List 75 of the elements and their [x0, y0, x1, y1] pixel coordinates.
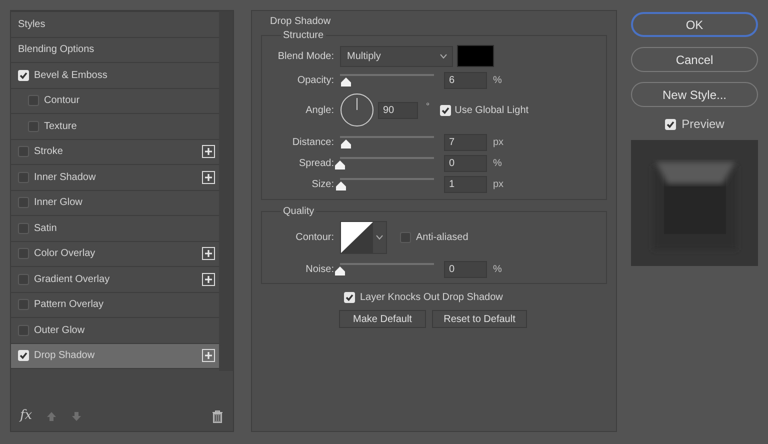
checkbox-label: Use Global Light [454, 104, 529, 118]
panel-header: Styles [18, 18, 46, 32]
checkbox[interactable] [18, 350, 29, 362]
field-label: Size: [310, 178, 334, 192]
unit-label: ° [426, 100, 430, 113]
chevron-down-icon [440, 54, 447, 58]
angle-dial[interactable] [340, 93, 374, 127]
checkbox[interactable] [18, 274, 29, 285]
unit-label: % [493, 74, 502, 88]
section-title: Drop Shadow [270, 15, 332, 28]
slider-thumb[interactable] [340, 76, 352, 86]
checkbox[interactable] [440, 104, 451, 116]
add-icon[interactable] [202, 247, 215, 260]
checkbox[interactable] [18, 222, 29, 234]
field-label: Blend Mode: [276, 50, 334, 64]
style-list-item[interactable]: Inner Glow [11, 190, 219, 216]
unit-label: % [493, 262, 502, 276]
style-list-item[interactable]: Color Overlay [11, 242, 219, 267]
checkbox[interactable] [18, 70, 29, 81]
add-icon[interactable] [202, 145, 215, 158]
field-label: Opacity: [296, 74, 334, 88]
style-list-item[interactable]: Pattern Overlay [11, 292, 219, 318]
group-title: Structure [282, 29, 325, 43]
number-field[interactable]: 6 [444, 72, 487, 88]
checkbox[interactable] [664, 118, 676, 130]
add-icon[interactable] [202, 170, 215, 184]
number-field[interactable]: 0 [444, 155, 487, 172]
checkbox-label: Layer Knocks Out Drop Shadow [360, 291, 503, 305]
number-field[interactable]: 0 [444, 260, 487, 278]
reset-button[interactable]: Reset to Default [432, 310, 527, 328]
add-icon[interactable] [202, 349, 215, 362]
unit-label: % [493, 157, 502, 171]
slider-thumb[interactable] [340, 139, 352, 149]
checkbox[interactable] [28, 95, 39, 106]
number-field[interactable]: 7 [444, 134, 487, 151]
field-label: Angle: [304, 104, 334, 118]
contour-picker[interactable] [340, 220, 387, 254]
slider-thumb[interactable] [334, 266, 346, 276]
fx-icon[interactable]: fx [20, 406, 32, 426]
angle-field[interactable]: 90 [378, 102, 418, 118]
style-list-item[interactable]: Drop Shadow [11, 344, 219, 369]
color-swatch[interactable] [457, 45, 494, 67]
chevron-down-icon [376, 234, 383, 240]
unit-label: px [493, 178, 504, 192]
checkbox[interactable] [18, 248, 29, 260]
checkbox[interactable] [18, 299, 29, 310]
make-default-button[interactable]: Make Default [339, 310, 426, 328]
checkbox-label: Preview [682, 116, 724, 133]
add-icon[interactable] [202, 272, 215, 286]
checkbox[interactable] [18, 197, 29, 208]
checkbox[interactable] [18, 172, 29, 183]
field-label: Noise: [304, 262, 334, 276]
checkbox[interactable] [18, 146, 29, 158]
checkbox[interactable] [18, 324, 29, 336]
group-title: Quality [282, 205, 316, 219]
checkbox-label: Anti-aliased [416, 230, 468, 244]
dialog-button[interactable]: New Style... [631, 82, 758, 107]
dialog-button[interactable]: Cancel [631, 47, 758, 72]
checkbox[interactable] [28, 120, 39, 132]
slider-thumb[interactable] [334, 181, 347, 191]
checkbox[interactable] [344, 292, 355, 303]
field-label: Contour: [294, 230, 334, 244]
unit-label: px [493, 136, 504, 150]
trash-icon[interactable] [212, 410, 223, 422]
style-list-item[interactable]: Stroke [11, 140, 219, 165]
checkbox[interactable] [400, 232, 411, 242]
number-field[interactable]: 1 [444, 176, 487, 193]
slider-thumb[interactable] [334, 160, 346, 170]
style-list-item[interactable]: Blending Options [11, 38, 219, 63]
field-label: Distance: [291, 136, 334, 150]
style-list-item[interactable]: Contour [11, 88, 219, 114]
blend-mode-dropdown[interactable]: Multiply [340, 46, 453, 66]
scrollbar[interactable] [219, 11, 233, 371]
field-label: Spread: [298, 157, 334, 171]
dialog-button[interactable]: OK [631, 12, 758, 37]
